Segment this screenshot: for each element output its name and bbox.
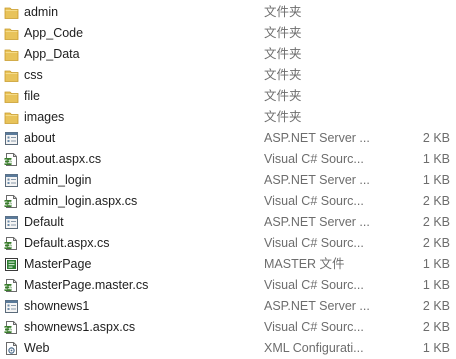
file-type: Visual C# Sourc... (264, 194, 364, 208)
aspx-file-icon (4, 173, 19, 188)
aspx-file-icon (4, 299, 19, 314)
file-name: Web (24, 341, 50, 355)
file-size: 2 KB (422, 320, 450, 334)
folder-icon (4, 5, 19, 20)
file-type: ASP.NET Server ... (264, 173, 370, 187)
file-name: about (24, 131, 56, 145)
file-name: App_Code (24, 26, 84, 40)
file-name: about.aspx.cs (24, 152, 102, 166)
svg-text:C#: C# (4, 286, 13, 292)
file-type: MASTER 文件 (264, 257, 345, 271)
file-size: 1 KB (422, 257, 450, 271)
svg-text:C#: C# (4, 202, 13, 208)
file-name: css (24, 68, 43, 82)
file-type: 文件夹 (264, 5, 302, 19)
aspx-file-icon (4, 215, 19, 230)
file-type: 文件夹 (264, 110, 302, 124)
file-size: 2 KB (422, 299, 450, 313)
file-name: images (24, 110, 65, 124)
xml-config-file-icon (4, 341, 19, 356)
file-name: admin_login (24, 173, 92, 187)
file-row[interactable]: admin_login ASP.NET Server ... 1 KB (0, 170, 456, 191)
file-size: 1 KB (422, 173, 450, 187)
csharp-file-icon: C# (4, 194, 19, 209)
file-list: admin 文件夹 App_Code 文件夹 App_Data 文件夹 css … (0, 0, 456, 359)
aspx-file-icon (4, 131, 19, 146)
file-row[interactable]: admin 文件夹 (0, 2, 456, 23)
file-size: 2 KB (422, 194, 450, 208)
file-name: Default.aspx.cs (24, 236, 110, 250)
file-row[interactable]: App_Data 文件夹 (0, 44, 456, 65)
file-row[interactable]: C# admin_login.aspx.cs Visual C# Sourc..… (0, 191, 456, 212)
folder-icon (4, 89, 19, 104)
folder-icon (4, 26, 19, 41)
file-row[interactable]: Default ASP.NET Server ... 2 KB (0, 212, 456, 233)
file-type: ASP.NET Server ... (264, 299, 370, 313)
file-row[interactable]: css 文件夹 (0, 65, 456, 86)
file-name: Default (24, 215, 64, 229)
file-row[interactable]: images 文件夹 (0, 107, 456, 128)
svg-text:C#: C# (4, 160, 13, 166)
svg-text:C#: C# (4, 328, 13, 334)
csharp-file-icon: C# (4, 278, 19, 293)
file-row[interactable]: file 文件夹 (0, 86, 456, 107)
folder-icon (4, 110, 19, 125)
file-row[interactable]: C# MasterPage.master.cs Visual C# Sourc.… (0, 275, 456, 296)
svg-text:C#: C# (4, 244, 13, 250)
file-name: App_Data (24, 47, 80, 61)
file-row[interactable]: MasterPage MASTER 文件 1 KB (0, 254, 456, 275)
master-file-icon (4, 257, 19, 272)
file-name: shownews1.aspx.cs (24, 320, 136, 334)
file-row[interactable]: C# about.aspx.cs Visual C# Sourc... 1 KB (0, 149, 456, 170)
file-row[interactable]: C# shownews1.aspx.cs Visual C# Sourc... … (0, 317, 456, 338)
file-row[interactable]: shownews1 ASP.NET Server ... 2 KB (0, 296, 456, 317)
file-name: admin_login.aspx.cs (24, 194, 138, 208)
file-name: file (24, 89, 40, 103)
file-name: shownews1 (24, 299, 90, 313)
file-type: XML Configurati... (264, 341, 364, 355)
file-row[interactable]: C# Default.aspx.cs Visual C# Sourc... 2 … (0, 233, 456, 254)
csharp-file-icon: C# (4, 152, 19, 167)
file-type: 文件夹 (264, 68, 302, 82)
file-size: 1 KB (422, 152, 450, 166)
file-name: MasterPage (24, 257, 92, 271)
folder-icon (4, 47, 19, 62)
file-row[interactable]: Web XML Configurati... 1 KB (0, 338, 456, 359)
file-row[interactable]: App_Code 文件夹 (0, 23, 456, 44)
file-size: 2 KB (422, 131, 450, 145)
file-size: 2 KB (422, 215, 450, 229)
file-row[interactable]: about ASP.NET Server ... 2 KB (0, 128, 456, 149)
file-type: Visual C# Sourc... (264, 152, 364, 166)
file-type: Visual C# Sourc... (264, 278, 364, 292)
file-size: 1 KB (422, 278, 450, 292)
file-type: Visual C# Sourc... (264, 236, 364, 250)
file-size: 2 KB (422, 236, 450, 250)
file-type: 文件夹 (264, 89, 302, 103)
file-type: 文件夹 (264, 47, 302, 61)
csharp-file-icon: C# (4, 236, 19, 251)
file-name: admin (24, 5, 59, 19)
file-name: MasterPage.master.cs (24, 278, 149, 292)
file-size: 1 KB (422, 341, 450, 355)
file-type: 文件夹 (264, 26, 302, 40)
file-type: ASP.NET Server ... (264, 215, 370, 229)
csharp-file-icon: C# (4, 320, 19, 335)
file-type: Visual C# Sourc... (264, 320, 364, 334)
folder-icon (4, 68, 19, 83)
file-type: ASP.NET Server ... (264, 131, 370, 145)
